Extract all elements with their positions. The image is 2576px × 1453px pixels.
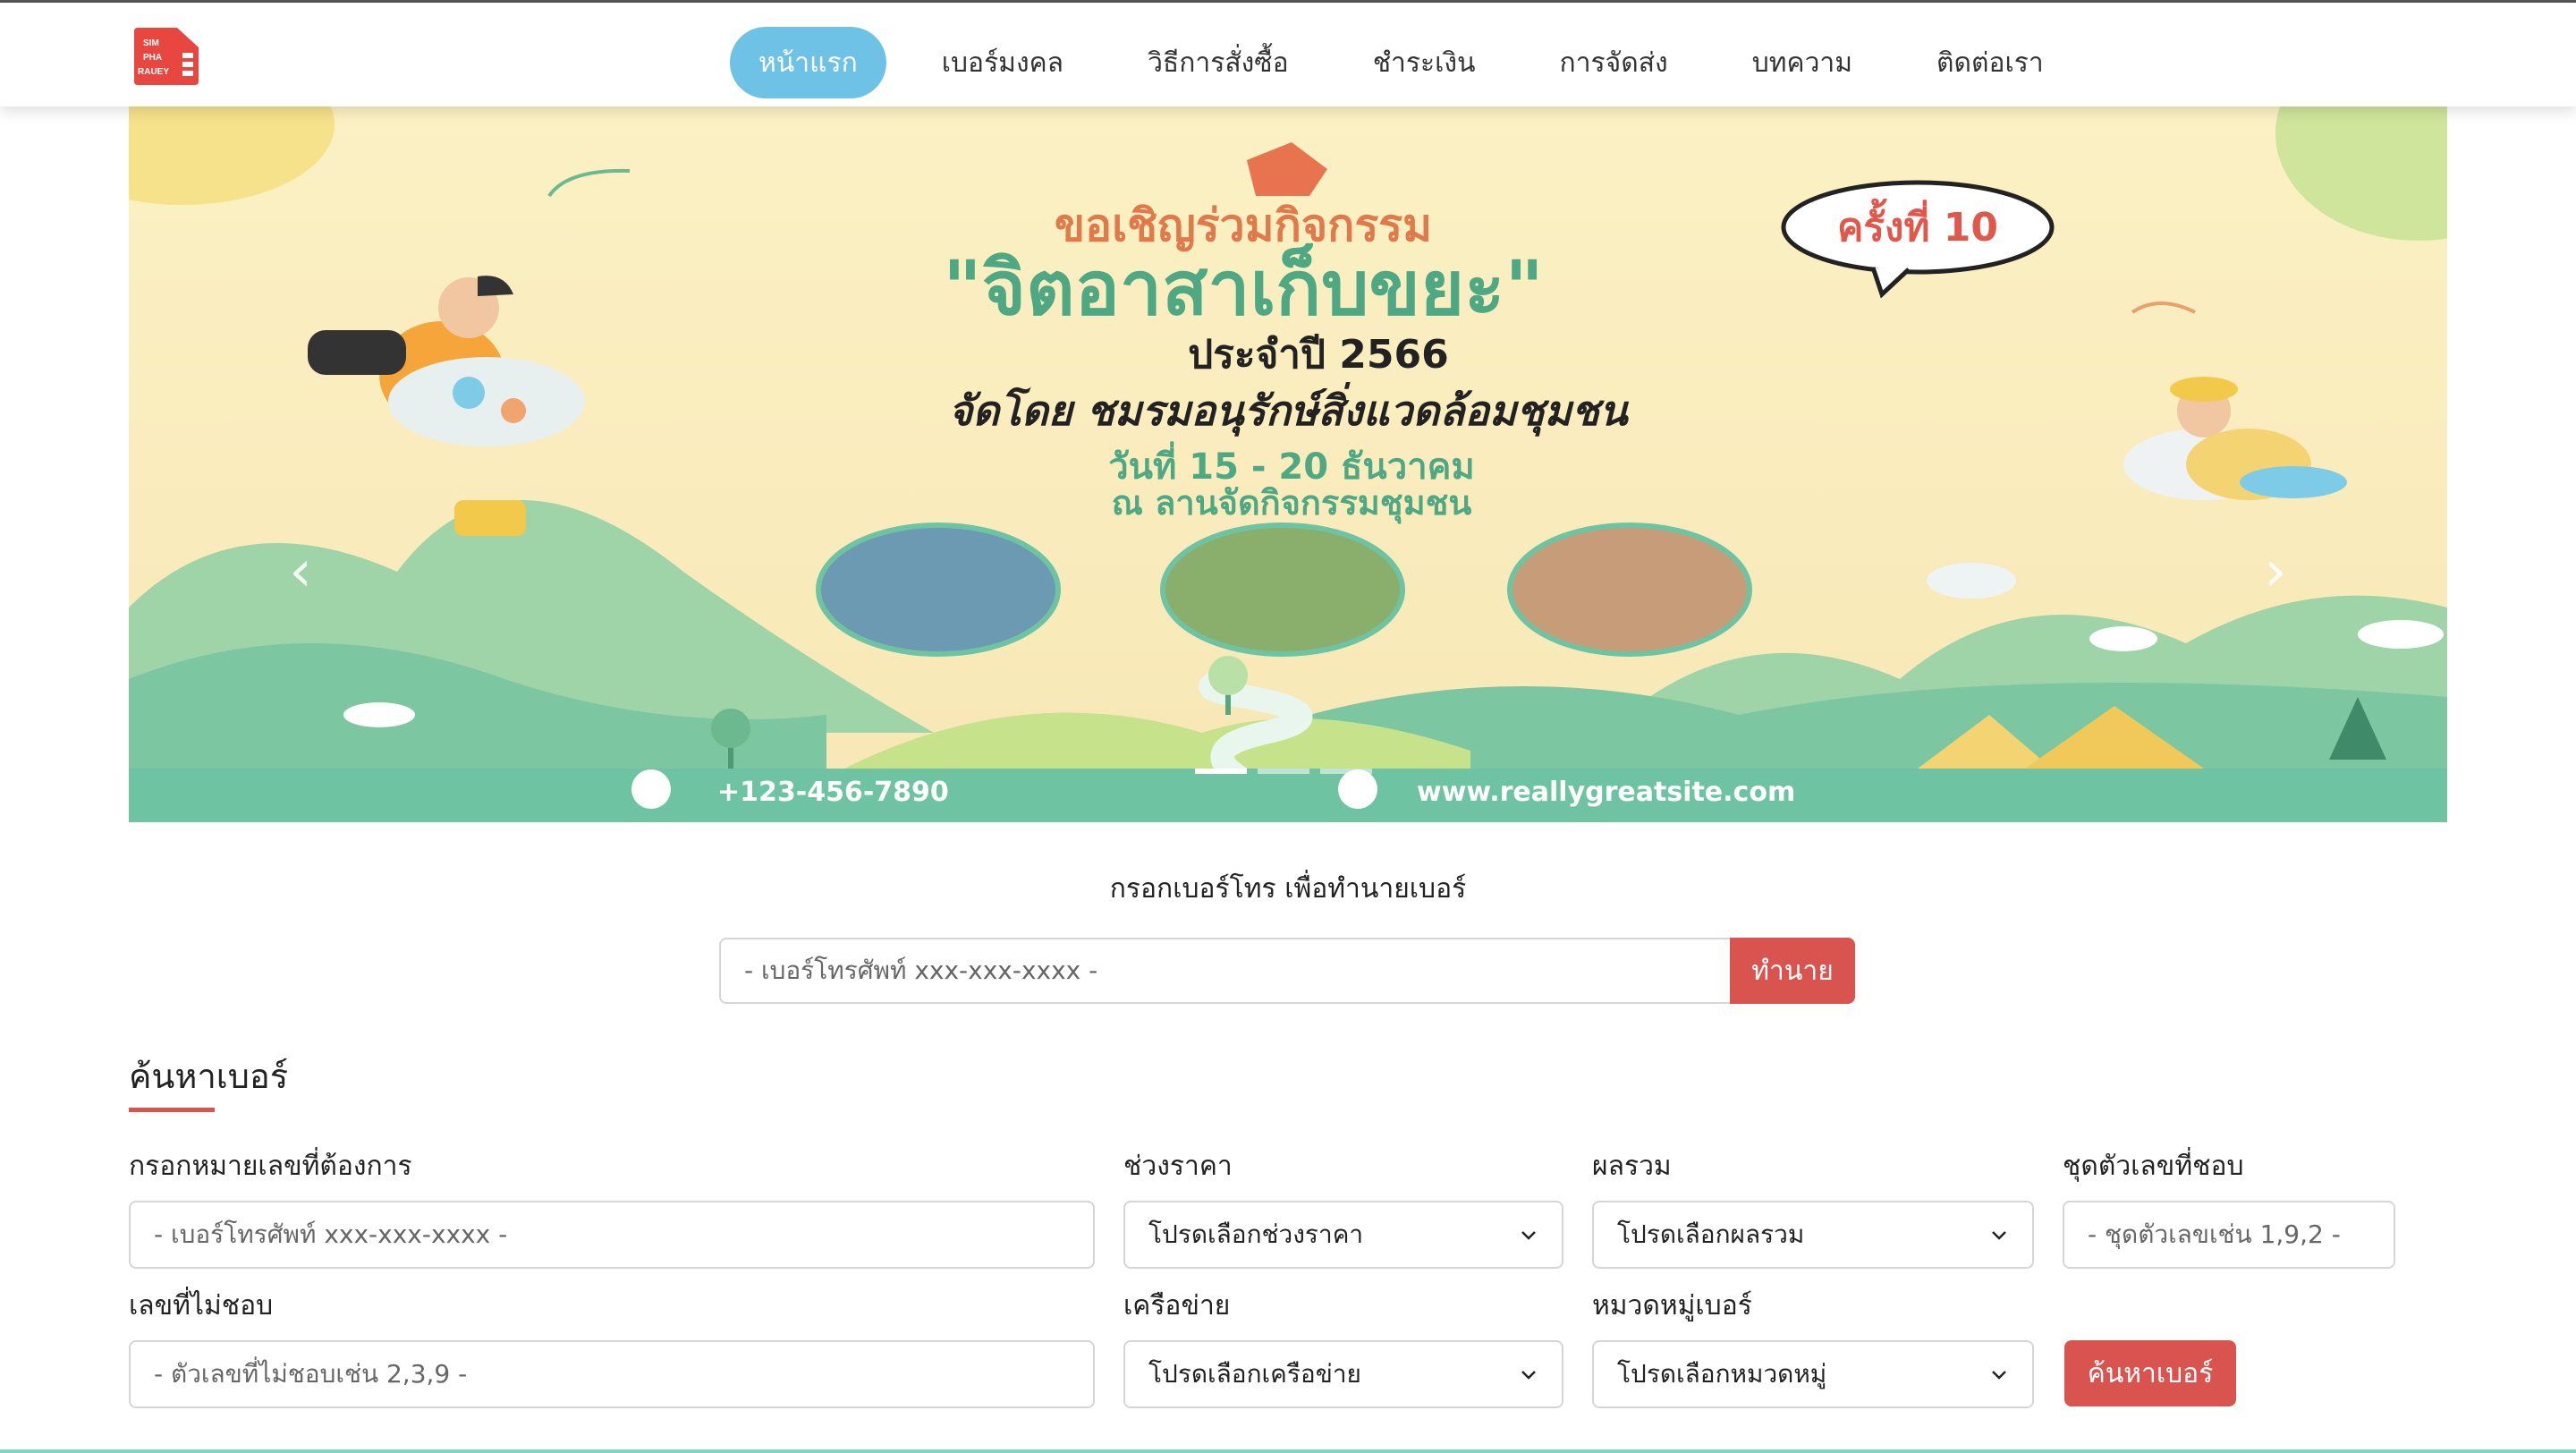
nav-home[interactable]: หน้าแรก [730,27,886,98]
category-label: หมวดหมู่เบอร์ [1592,1290,1752,1321]
banner-website: www.reallygreatsite.com [1417,777,1795,808]
dislike-digits-label: เลขที่ไม่ชอบ [129,1290,274,1321]
nav-articles[interactable]: บทความ [1724,27,1881,98]
main-nav: หน้าแรก เบอร์มงคล วิธีการสั่งซื้อ ชำระเง… [730,26,2072,99]
nav-how-to-order[interactable]: วิธีการสั่งซื้อ [1119,27,1318,98]
price-label: ช่วงราคา [1123,1151,1233,1182]
category-select-value: โปรดเลือกหมวดหมู่ [1617,1359,1827,1389]
nav-lucky-numbers[interactable]: เบอร์มงคล [913,27,1092,98]
carousel-indicator-1[interactable] [1195,769,1247,774]
banner-phone: +123-456-7890 [717,777,949,808]
carousel-next-icon[interactable]: › [2258,543,2293,600]
category-select[interactable]: โปรดเลือกหมวดหมู่ [1592,1340,2034,1408]
search-number-button[interactable]: ค้นหาเบอร์ [2064,1340,2236,1406]
dislike-digits-input[interactable]: - ตัวเลขที่ไม่ชอบเช่น 2,3,9 - [129,1340,1095,1408]
banner-carousel: ขอเชิญร่วมกิจกรรม "จิตอาสาเก็บขยะ" ครั้ง… [129,106,2447,822]
sum-label: ผลรวม [1592,1151,1672,1182]
predict-label: กรอกเบอร์โทร เพื่อทำนายเบอร์ [1109,873,1467,905]
price-select[interactable]: โปรดเลือกช่วงราคา [1123,1201,1563,1269]
number-input[interactable]: - เบอร์โทรศัพท์ xxx-xxx-xxxx - [129,1201,1095,1269]
network-select-value: โปรดเลือกเครือข่าย [1148,1359,1361,1389]
banner-venue: ณ ลานจัดกิจกรรมชุมชน [1112,483,1472,524]
banner-organizer: จัดโดย ชมรมอนุรักษ์สิ่งแวดล้อมชุมชน [948,381,1630,437]
chevron-down-icon [1521,1371,1536,1380]
network-select[interactable]: โปรดเลือกเครือข่าย [1123,1340,1563,1408]
predict-form: - เบอร์โทรศัพท์ xxx-xxx-xxxx - ทำนาย [719,938,1855,1004]
network-label: เครือข่าย [1123,1290,1231,1321]
price-select-value: โปรดเลือกช่วงราคา [1148,1219,1364,1249]
bottom-border [0,1449,2576,1453]
banner-title: "จิตอาสาเก็บขยะ" [943,242,1544,332]
sum-select-value: โปรดเลือกผลรวม [1617,1219,1805,1249]
chevron-down-icon [1992,1231,2006,1240]
carousel-prev-icon[interactable]: ‹ [283,543,318,600]
search-title-underline [129,1108,215,1112]
navbar: SIM PHA RAUEY หน้าแรก เบอร์มงคล วิธีการส… [0,3,2576,106]
chevron-down-icon [1992,1371,2006,1380]
banner-date: วันที่ 15 - 20 ธันวาคม [1108,441,1475,488]
predict-button[interactable]: ทำนาย [1730,938,1855,1004]
banner-edition: ครั้งที่ 10 [1837,198,1998,251]
carousel-indicator-3[interactable] [1320,769,1372,774]
logo-line-1: SIM [143,38,159,48]
banner-year: ประจำปี 2566 [1188,332,1448,378]
nav-shipping[interactable]: การจัดส่ง [1531,27,1697,98]
logo-line-2: PHA [143,53,162,63]
search-title: ค้นหาเบอร์ [129,1057,289,1096]
logo-line-3: RAUEY [138,67,169,77]
carousel-indicator-2[interactable] [1258,769,1309,774]
favorite-digits-input[interactable]: - ชุดตัวเลขเช่น 1,9,2 - [2063,1201,2395,1269]
nav-contact[interactable]: ติดต่อเรา [1908,27,2072,98]
banner-slide-image: ขอเชิญร่วมกิจกรรม "จิตอาสาเก็บขยะ" ครั้ง… [129,106,2447,822]
carousel-indicators [1195,769,1372,774]
number-label: กรอกหมายเลขที่ต้องการ [129,1151,412,1182]
nav-payment[interactable]: ชำระเงิน [1344,27,1504,98]
predict-phone-input[interactable]: - เบอร์โทรศัพท์ xxx-xxx-xxxx - [719,938,1730,1004]
favorite-digits-label: ชุดตัวเลขที่ชอบ [2063,1151,2244,1182]
chevron-down-icon [1521,1231,1536,1240]
sim-logo-icon[interactable]: SIM PHA RAUEY [131,26,202,87]
sum-select[interactable]: โปรดเลือกผลรวม [1592,1201,2034,1269]
